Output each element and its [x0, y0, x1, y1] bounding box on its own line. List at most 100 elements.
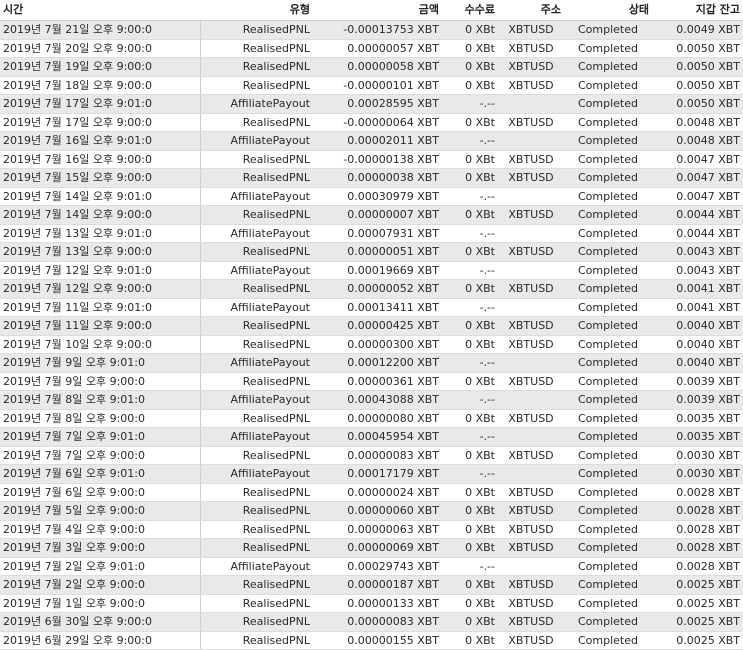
column-header-wallet-balance[interactable]: 지갑 잔고	[652, 0, 743, 21]
cell-status: Completed	[564, 131, 652, 151]
cell-wallet-balance: 0.0025 XBT	[652, 575, 743, 595]
table-row[interactable]: 2019년 6월 30일 오후 9:00:0 RealisedPNL 0.00000…	[0, 612, 743, 632]
cell-fee: 0 XBt	[442, 372, 498, 391]
table-row[interactable]: 2019년 7월 1일 오후 9:00:0 RealisedPNL 0.000001…	[0, 594, 743, 613]
column-header-time[interactable]: 시간	[0, 0, 200, 21]
column-header-status[interactable]: 상태	[564, 0, 652, 21]
cell-time: 2019년 7월 10일 오후 9:00:0	[0, 335, 201, 354]
cell-type: AffiliatePayout	[200, 298, 313, 317]
table-row[interactable]: 2019년 7월 5일 오후 9:00:0 RealisedPNL 0.000000…	[0, 501, 743, 521]
cell-amount: -0.00000138 XBT	[313, 150, 442, 169]
table-row[interactable]: 2019년 7월 12일 오후 9:00:0 RealisedPNL 0.00000…	[0, 279, 743, 299]
table-row[interactable]: 2019년 7월 18일 오후 9:00:0 RealisedPNL -0.0000…	[0, 76, 743, 95]
column-header-address[interactable]: 주소	[498, 0, 564, 21]
cell-address: XBTUSD	[498, 372, 564, 391]
table-row[interactable]: 2019년 7월 16일 오후 9:00:0 RealisedPNL -0.0000…	[0, 150, 743, 169]
cell-status: Completed	[564, 168, 652, 188]
cell-status: Completed	[564, 261, 652, 280]
cell-time: 2019년 7월 13일 오후 9:01:0	[0, 224, 201, 243]
table-row[interactable]: 2019년 7월 21일 오후 9:00:0 RealisedPNL -0.0001…	[0, 20, 743, 40]
cell-wallet-balance: 0.0039 XBT	[652, 372, 743, 391]
cell-status: Completed	[564, 372, 652, 391]
cell-wallet-balance: 0.0044 XBT	[652, 224, 743, 243]
table-row[interactable]: 2019년 7월 7일 오후 9:01:0 AffiliatePayout 0.00…	[0, 427, 743, 447]
table-row[interactable]: 2019년 7월 13일 오후 9:01:0 AffiliatePayout 0.0…	[0, 224, 743, 243]
cell-address: XBTUSD	[498, 335, 564, 354]
table-row[interactable]: 2019년 7월 12일 오후 9:01:0 AffiliatePayout 0.0…	[0, 261, 743, 280]
cell-time: 2019년 7월 9일 오후 9:01:0	[0, 353, 201, 373]
cell-type: RealisedPNL	[200, 372, 313, 391]
cell-wallet-balance: 0.0050 XBT	[652, 76, 743, 95]
table-row[interactable]: 2019년 7월 6일 오후 9:00:0 RealisedPNL 0.000000…	[0, 483, 743, 502]
cell-address: XBTUSD	[498, 205, 564, 225]
cell-wallet-balance: 0.0025 XBT	[652, 631, 743, 650]
cell-amount: 0.00000133 XBT	[313, 594, 442, 613]
table-row[interactable]: 2019년 7월 9일 오후 9:00:0 RealisedPNL 0.000003…	[0, 372, 743, 391]
cell-address: XBTUSD	[498, 575, 564, 595]
cell-wallet-balance: 0.0050 XBT	[652, 94, 743, 114]
table-row[interactable]: 2019년 7월 2일 오후 9:00:0 RealisedPNL 0.000001…	[0, 575, 743, 595]
column-header-type[interactable]: 유형	[200, 0, 313, 21]
cell-fee: 0 XBt	[442, 446, 498, 465]
table-row[interactable]: 2019년 7월 13일 오후 9:00:0 RealisedPNL 0.00000…	[0, 242, 743, 262]
cell-amount: 0.00000083 XBT	[313, 612, 442, 632]
table-row[interactable]: 2019년 7월 10일 오후 9:00:0 RealisedPNL 0.00000…	[0, 335, 743, 354]
column-header-amount[interactable]: 금액	[313, 0, 442, 21]
cell-address	[498, 390, 564, 410]
cell-type: RealisedPNL	[200, 113, 313, 132]
cell-address: XBTUSD	[498, 150, 564, 169]
table-row[interactable]: 2019년 6월 29일 오후 9:00:0 RealisedPNL 0.00000…	[0, 631, 743, 650]
table-row[interactable]: 2019년 7월 7일 오후 9:00:0 RealisedPNL 0.000000…	[0, 446, 743, 465]
table-row[interactable]: 2019년 7월 2일 오후 9:01:0 AffiliatePayout 0.00…	[0, 557, 743, 576]
cell-address: XBTUSD	[498, 113, 564, 132]
table-row[interactable]: 2019년 7월 6일 오후 9:01:0 AffiliatePayout 0.00…	[0, 464, 743, 484]
cell-address: XBTUSD	[498, 39, 564, 58]
cell-wallet-balance: 0.0048 XBT	[652, 113, 743, 132]
cell-amount: 0.00012200 XBT	[313, 353, 442, 373]
table-row[interactable]: 2019년 7월 19일 오후 9:00:0 RealisedPNL 0.00000…	[0, 57, 743, 77]
cell-fee: -.--	[442, 298, 498, 317]
cell-time: 2019년 7월 12일 오후 9:01:0	[0, 261, 201, 280]
cell-address: XBTUSD	[498, 612, 564, 632]
cell-type: RealisedPNL	[200, 20, 313, 40]
cell-wallet-balance: 0.0050 XBT	[652, 57, 743, 77]
cell-status: Completed	[564, 94, 652, 114]
cell-address: XBTUSD	[498, 76, 564, 95]
cell-type: RealisedPNL	[200, 575, 313, 595]
cell-address: XBTUSD	[498, 168, 564, 188]
table-row[interactable]: 2019년 7월 8일 오후 9:01:0 AffiliatePayout 0.00…	[0, 390, 743, 410]
cell-type: AffiliatePayout	[200, 131, 313, 151]
cell-type: AffiliatePayout	[200, 94, 313, 114]
cell-fee: 0 XBt	[442, 612, 498, 632]
table-row[interactable]: 2019년 7월 9일 오후 9:01:0 AffiliatePayout 0.00…	[0, 353, 743, 373]
cell-fee: 0 XBt	[442, 113, 498, 132]
cell-status: Completed	[564, 631, 652, 650]
column-header-fee[interactable]: 수수료	[442, 0, 498, 21]
table-row[interactable]: 2019년 7월 14일 오후 9:00:0 RealisedPNL 0.00000…	[0, 205, 743, 225]
cell-address: XBTUSD	[498, 57, 564, 77]
table-row[interactable]: 2019년 7월 20일 오후 9:00:0 RealisedPNL 0.00000…	[0, 39, 743, 58]
table-row[interactable]: 2019년 7월 8일 오후 9:00:0 RealisedPNL 0.000000…	[0, 409, 743, 428]
table-row[interactable]: 2019년 7월 11일 오후 9:00:0 RealisedPNL 0.00000…	[0, 316, 743, 336]
table-row[interactable]: 2019년 7월 15일 오후 9:00:0 RealisedPNL 0.00000…	[0, 168, 743, 188]
cell-status: Completed	[564, 316, 652, 336]
table-row[interactable]: 2019년 7월 14일 오후 9:01:0 AffiliatePayout 0.0…	[0, 187, 743, 206]
cell-status: Completed	[564, 113, 652, 132]
cell-wallet-balance: 0.0043 XBT	[652, 261, 743, 280]
table-row[interactable]: 2019년 7월 17일 오후 9:00:0 RealisedPNL -0.0000…	[0, 113, 743, 132]
table-row[interactable]: 2019년 7월 16일 오후 9:01:0 AffiliatePayout 0.0…	[0, 131, 743, 151]
cell-status: Completed	[564, 242, 652, 262]
table-row[interactable]: 2019년 7월 4일 오후 9:00:0 RealisedPNL 0.000000…	[0, 520, 743, 539]
cell-status: Completed	[564, 612, 652, 632]
cell-amount: 0.00000058 XBT	[313, 57, 442, 77]
table-row[interactable]: 2019년 7월 17일 오후 9:01:0 AffiliatePayout 0.0…	[0, 94, 743, 114]
cell-type: RealisedPNL	[200, 594, 313, 613]
cell-amount: -0.00000101 XBT	[313, 76, 442, 95]
cell-time: 2019년 7월 11일 오후 9:01:0	[0, 298, 201, 317]
cell-amount: 0.00000300 XBT	[313, 335, 442, 354]
cell-status: Completed	[564, 594, 652, 613]
cell-wallet-balance: 0.0028 XBT	[652, 501, 743, 521]
table-row[interactable]: 2019년 7월 11일 오후 9:01:0 AffiliatePayout 0.0…	[0, 298, 743, 317]
table-row[interactable]: 2019년 7월 3일 오후 9:00:0 RealisedPNL 0.000000…	[0, 538, 743, 558]
cell-time: 2019년 7월 20일 오후 9:00:0	[0, 39, 201, 58]
